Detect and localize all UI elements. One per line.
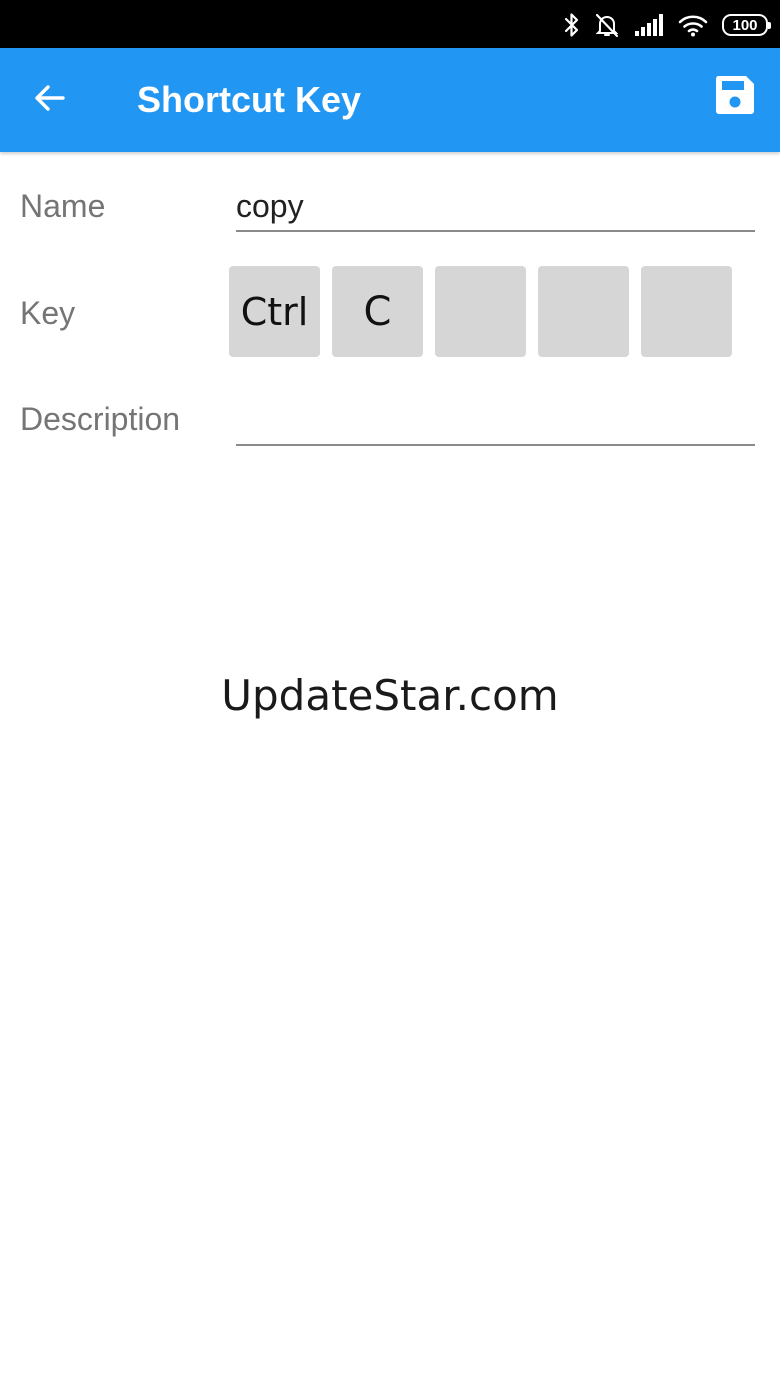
description-input[interactable]: [236, 396, 755, 446]
wifi-icon: [678, 13, 708, 37]
name-label: Name: [20, 188, 106, 224]
watermark: UpdateStar.com: [221, 671, 559, 720]
battery-icon: 100: [722, 14, 771, 36]
arrow-back-icon: [33, 81, 67, 120]
key-label: Key: [20, 295, 76, 331]
status-icons: 100: [564, 10, 771, 40]
key-slot-3[interactable]: [435, 266, 526, 357]
description-label: Description: [20, 401, 181, 437]
name-input[interactable]: [236, 182, 755, 232]
notifications-off-icon: [594, 12, 620, 38]
signal-icon: [634, 13, 664, 37]
back-button[interactable]: [24, 76, 76, 124]
bluetooth-icon: [564, 12, 580, 38]
key-slot-4[interactable]: [538, 266, 629, 357]
shortcut-key-screen: 100 Shortcut Key Name copy Key Ctrl C De…: [0, 0, 780, 1386]
save-button[interactable]: [712, 74, 758, 120]
key-slot-5[interactable]: [641, 266, 732, 357]
page-title: Shortcut Key: [137, 79, 362, 120]
floppy-disk-icon: [714, 74, 756, 121]
key-slot-2[interactable]: C: [332, 266, 423, 357]
key-slots: Ctrl C: [229, 266, 732, 357]
app-bar: Shortcut Key: [0, 48, 780, 152]
status-bar: 100: [0, 0, 780, 48]
key-slot-1[interactable]: Ctrl: [229, 266, 320, 357]
battery-level: 100: [732, 16, 758, 34]
